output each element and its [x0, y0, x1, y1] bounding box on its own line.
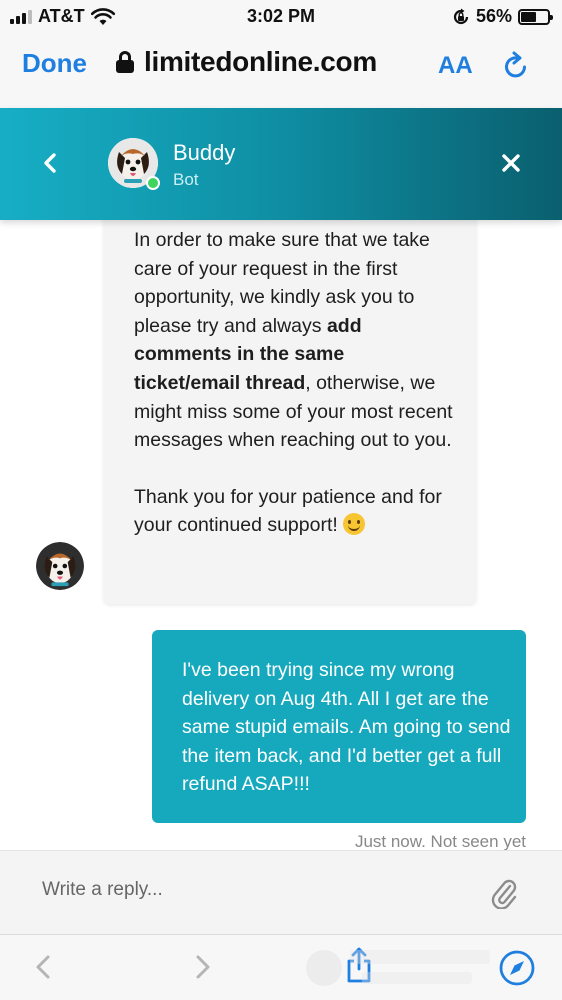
browser-bar: Done limitedonline.com AA [0, 34, 562, 108]
compass-icon[interactable] [498, 949, 536, 987]
status-right: 56% [452, 6, 553, 27]
forward-arrow-icon[interactable] [190, 951, 216, 983]
orientation-lock-icon [453, 8, 469, 24]
user-message-text: I've been trying since my wrong delivery… [182, 659, 511, 796]
battery-percent: 56% [475, 6, 512, 26]
bot-message-para2: Thank you for your patience and for your… [134, 485, 442, 537]
bot-role: Bot [173, 170, 199, 189]
url-text[interactable]: limitedonline.com [144, 46, 377, 78]
bot-message-part1: In order to make sure that we take care … [134, 229, 430, 337]
smiling-face-icon [343, 513, 366, 536]
message-avatar [36, 542, 84, 590]
address-bar[interactable]: limitedonline.com [116, 46, 377, 78]
online-status-dot [146, 176, 160, 190]
back-arrow-icon[interactable] [30, 951, 56, 983]
reload-icon[interactable] [502, 50, 530, 80]
done-button[interactable]: Done [22, 48, 87, 79]
message-list[interactable]: In order to make sure that we take care … [0, 220, 562, 850]
paperclip-icon[interactable] [490, 877, 518, 909]
message-status: Just now. Not seen yet [354, 832, 526, 850]
back-chevron-icon[interactable] [34, 146, 68, 180]
bot-message-text: In order to make sure that we take care … [134, 226, 454, 540]
bot-name: Buddy [173, 140, 236, 165]
reply-composer [0, 850, 562, 934]
chat-header: Buddy Bot [0, 108, 562, 220]
text-size-button[interactable]: AA [438, 52, 473, 80]
battery-fill [521, 11, 536, 22]
bot-message-closing: Thank you for your patience and for your… [134, 483, 454, 540]
close-icon[interactable] [494, 146, 528, 180]
watermark-logo [306, 950, 490, 986]
lock-icon [116, 51, 134, 73]
status-bar: AT&T 3:02 PM 56% [0, 0, 562, 34]
battery-icon [518, 8, 553, 25]
reply-input[interactable] [42, 879, 462, 901]
